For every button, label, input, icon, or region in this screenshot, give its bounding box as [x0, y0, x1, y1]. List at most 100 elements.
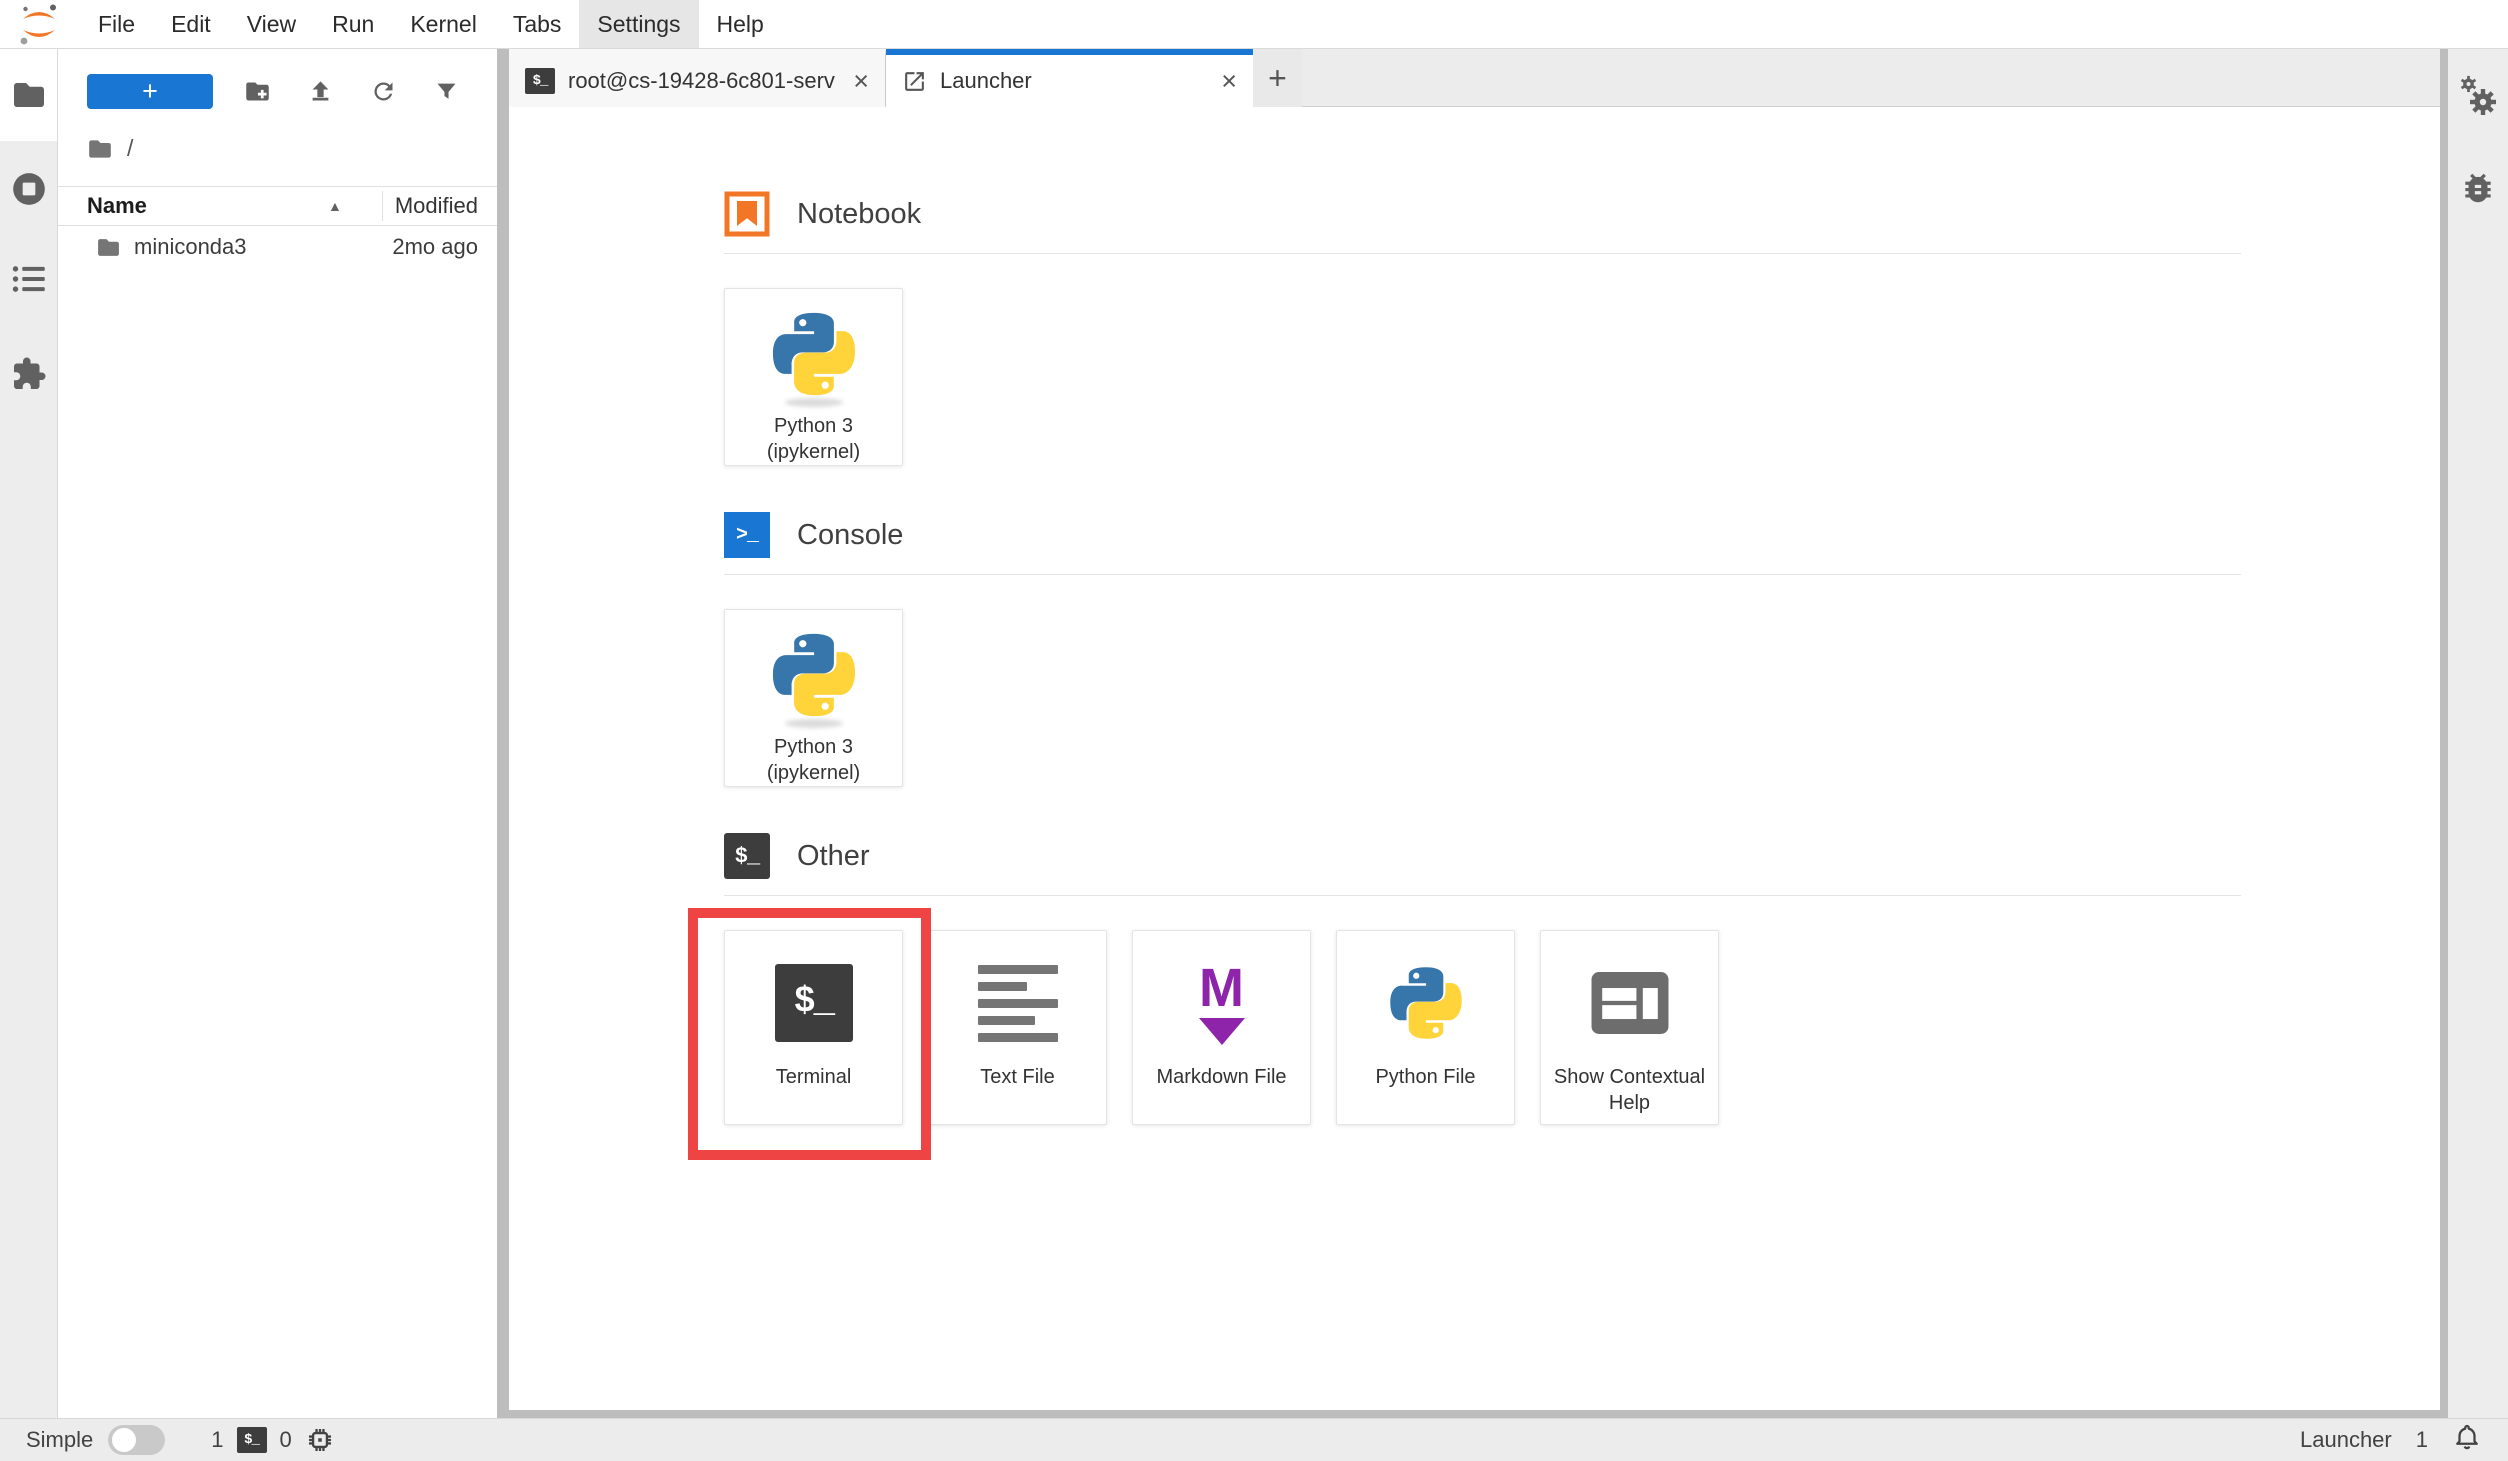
- context-label: Launcher: [2300, 1427, 2392, 1453]
- toggle-knob: [112, 1428, 136, 1452]
- file-name: miniconda3: [134, 234, 247, 260]
- tab-label: Launcher: [940, 68, 1208, 94]
- menu-view[interactable]: View: [229, 0, 314, 48]
- menu-kernel[interactable]: Kernel: [392, 0, 494, 48]
- extensions-puzzle-icon: [11, 356, 47, 392]
- python-logo-icon: [768, 629, 860, 721]
- terminal-icon: $_: [775, 964, 853, 1042]
- column-modified[interactable]: Modified: [395, 193, 478, 219]
- section-divider: [724, 895, 2241, 896]
- launcher-card-markdown-file[interactable]: M Markdown File: [1132, 930, 1311, 1125]
- menu-settings[interactable]: Settings: [579, 0, 698, 48]
- terminal-card-highlight-wrap: $_ Terminal: [724, 930, 903, 1125]
- kernel-chip-icon: [305, 1425, 335, 1455]
- close-icon[interactable]: ×: [1221, 68, 1237, 95]
- tab-label: root@cs-19428-6c801-serv: [568, 68, 840, 94]
- launcher-card-terminal[interactable]: $_ Terminal: [724, 930, 903, 1125]
- terminal-count: 1: [211, 1427, 223, 1453]
- refresh-icon: [370, 78, 397, 105]
- table-of-contents-tab[interactable]: [0, 259, 57, 299]
- markdown-arrow-icon: [1199, 1018, 1245, 1045]
- file-row[interactable]: miniconda3 2mo ago: [58, 226, 497, 268]
- main-area: +: [0, 49, 2508, 1418]
- python-logo-icon: [768, 308, 860, 400]
- simple-mode-toggle[interactable]: [108, 1425, 165, 1455]
- terminal-icon: $_: [237, 1427, 267, 1453]
- launcher-content: Notebook Python 3 (ip: [509, 107, 2440, 1410]
- tab-bar: $_ root@cs-19428-6c801-serv × Launcher ×…: [509, 49, 2440, 107]
- table-of-contents-icon: [11, 263, 47, 295]
- bug-icon: [2459, 169, 2497, 207]
- card-label: Python 3 (ipykernel): [725, 413, 902, 465]
- refresh-button[interactable]: [370, 78, 397, 105]
- terminal-icon: $_: [724, 833, 770, 879]
- debugger-tab[interactable]: [2459, 169, 2497, 212]
- launcher-section-other: $_ Other $_ Terminal: [724, 833, 2241, 1125]
- jupyterlab-window: File Edit View Run Kernel Tabs Settings …: [0, 0, 2508, 1461]
- upload-icon: [307, 78, 334, 105]
- new-tab-button[interactable]: +: [1253, 49, 1302, 107]
- file-modified: 2mo ago: [392, 234, 478, 260]
- launcher-card-python-file[interactable]: Python File: [1336, 930, 1515, 1125]
- tab-launcher[interactable]: Launcher ×: [886, 49, 1253, 107]
- launcher-card-show-contextual-help[interactable]: Show Contextual Help: [1540, 930, 1719, 1125]
- sort-ascending-icon: ▲: [328, 198, 342, 214]
- upload-button[interactable]: [307, 78, 334, 105]
- file-browser-tab[interactable]: [0, 49, 57, 141]
- menu-run[interactable]: Run: [314, 0, 392, 48]
- folder-icon: [87, 136, 113, 162]
- extension-manager-tab[interactable]: [0, 352, 57, 396]
- card-label: Show Contextual Help: [1541, 1064, 1718, 1116]
- sidebar-splitter[interactable]: [497, 49, 509, 1418]
- card-label: Text File: [972, 1064, 1062, 1090]
- kernel-session-status[interactable]: 1 $_ 0: [211, 1425, 335, 1455]
- folder-icon: [11, 77, 47, 113]
- file-browser-toolbar: +: [87, 74, 497, 109]
- notebook-icon: [724, 191, 770, 237]
- logo-shadow: [785, 719, 843, 728]
- breadcrumb-path: /: [127, 135, 133, 162]
- running-sessions-tab[interactable]: [0, 169, 57, 209]
- new-folder-button[interactable]: [244, 78, 271, 105]
- file-browser-panel: +: [58, 49, 497, 1418]
- running-sessions-icon: [10, 170, 48, 208]
- breadcrumb[interactable]: /: [87, 135, 497, 162]
- left-sidebar: [0, 49, 58, 1418]
- card-label: Python 3 (ipykernel): [725, 734, 902, 786]
- menu-file[interactable]: File: [80, 0, 153, 48]
- layout-split-icon: [1591, 972, 1669, 1034]
- launcher-card-notebook-python3[interactable]: Python 3 (ipykernel): [724, 288, 903, 466]
- section-divider: [724, 253, 2241, 254]
- filter-button[interactable]: [433, 78, 460, 105]
- terminal-icon: $_: [525, 68, 555, 94]
- python-logo-icon: [1386, 963, 1466, 1043]
- menu-tabs[interactable]: Tabs: [495, 0, 580, 48]
- logo-shadow: [785, 398, 843, 407]
- close-icon[interactable]: ×: [853, 68, 869, 95]
- kernel-count: 0: [280, 1427, 292, 1453]
- launcher-icon: [902, 69, 927, 94]
- property-inspector-tab[interactable]: [2457, 75, 2499, 122]
- launcher-card-text-file[interactable]: Text File: [928, 930, 1107, 1125]
- simple-mode-label: Simple: [26, 1427, 93, 1453]
- gears-icon: [2457, 75, 2499, 117]
- tab-terminal-session[interactable]: $_ root@cs-19428-6c801-serv ×: [509, 49, 886, 107]
- text-lines-icon: [978, 965, 1058, 1042]
- console-icon: >_: [724, 512, 770, 558]
- card-label: Markdown File: [1148, 1064, 1294, 1090]
- new-launcher-button[interactable]: +: [87, 74, 213, 109]
- launcher-card-console-python3[interactable]: Python 3 (ipykernel): [724, 609, 903, 787]
- notification-count: 1: [2416, 1427, 2428, 1453]
- section-title: Notebook: [797, 198, 921, 231]
- notification-bell[interactable]: [2452, 1422, 2482, 1458]
- card-label: Python File: [1367, 1064, 1483, 1090]
- column-divider: [382, 191, 383, 221]
- dock-panel: $_ root@cs-19428-6c801-serv × Launcher ×…: [509, 49, 2448, 1418]
- new-folder-icon: [244, 78, 271, 105]
- listing-header: Name ▲ Modified: [58, 186, 497, 226]
- menu-edit[interactable]: Edit: [153, 0, 229, 48]
- status-bar: Simple 1 $_ 0 Launcher 1: [0, 1418, 2508, 1461]
- filter-icon: [433, 78, 460, 105]
- menu-help[interactable]: Help: [699, 0, 782, 48]
- column-name[interactable]: Name: [87, 193, 147, 219]
